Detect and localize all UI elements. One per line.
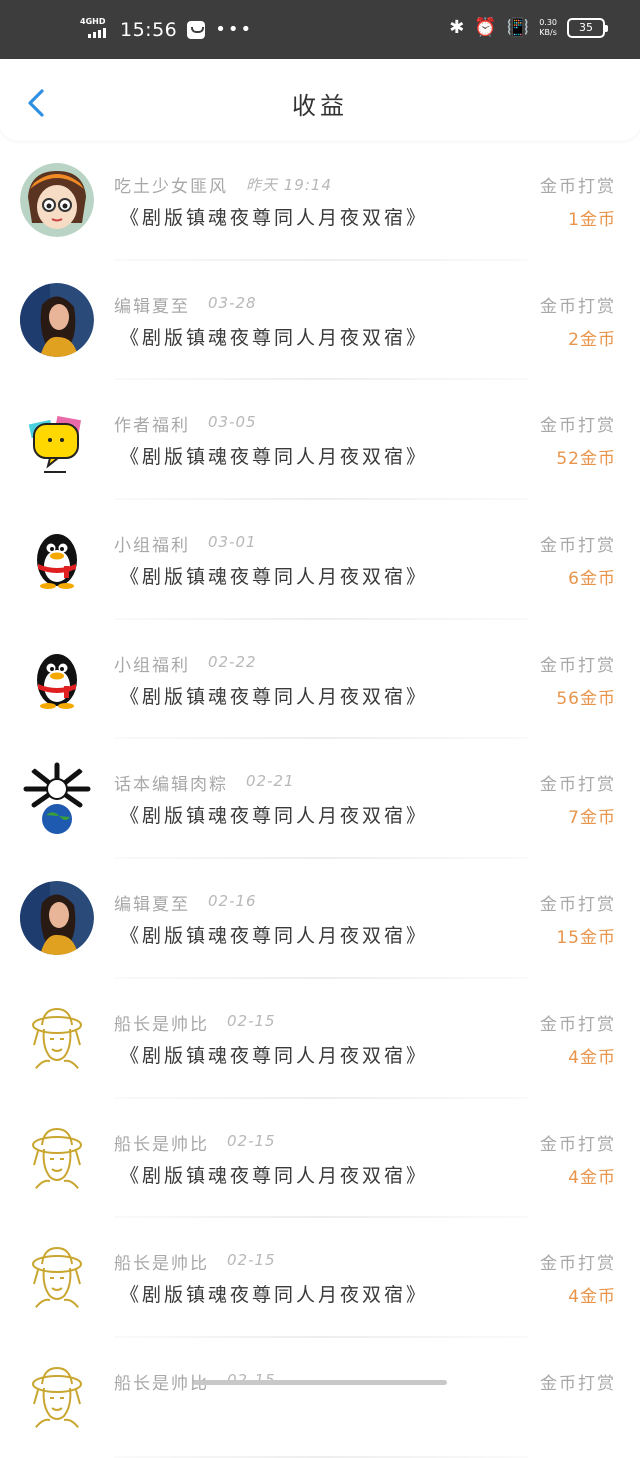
list-item[interactable]: 作者福利 03-05 《剧版镇魂夜尊同人月夜双宿》 金币打赏 52金币 xyxy=(0,380,640,501)
reward-type: 金币打赏 xyxy=(540,536,616,557)
sender-name: 编辑夏至 xyxy=(114,895,190,916)
avatar[interactable] xyxy=(20,1360,94,1434)
network-speed: 0.30 KB/s xyxy=(539,18,557,38)
reward-amount: 6金币 xyxy=(568,569,616,590)
work-title: 《剧版镇魂夜尊同人月夜双宿》 xyxy=(120,1284,429,1307)
sender-name: 船长是帅比 xyxy=(114,1014,209,1035)
list-item[interactable]: 编辑夏至 02-16 《剧版镇魂夜尊同人月夜双宿》 金币打赏 15金币 xyxy=(0,859,640,979)
reward-type: 金币打赏 xyxy=(540,775,616,796)
work-title: 《剧版镇魂夜尊同人月夜双宿》 xyxy=(120,685,429,708)
reward-type: 金币打赏 xyxy=(540,296,616,317)
battery-icon: 35 xyxy=(567,18,608,38)
reward-time: 03-05 xyxy=(208,413,257,432)
avatar[interactable] xyxy=(20,761,94,835)
status-right: ✱ ⏰ 📳 0.30 KB/s 35 xyxy=(449,17,608,38)
sender-name: 船长是帅比 xyxy=(114,1254,209,1275)
reward-type: 金币打赏 xyxy=(540,1373,616,1394)
reward-time: 02-15 xyxy=(227,1011,276,1030)
avatar[interactable] xyxy=(20,163,94,237)
avatar[interactable] xyxy=(20,1240,94,1314)
speed-value: 0.30 xyxy=(539,18,557,27)
row-divider xyxy=(114,1455,528,1458)
sender-name: 小组福利 xyxy=(114,536,190,557)
reward-amount: 15金币 xyxy=(556,928,616,949)
list-item[interactable]: 小组福利 02-22 《剧版镇魂夜尊同人月夜双宿》 金币打赏 56金币 xyxy=(0,620,640,740)
message-icon xyxy=(187,21,206,39)
reward-type: 金币打赏 xyxy=(540,416,616,437)
reward-type: 金币打赏 xyxy=(540,1014,616,1035)
work-title: 《剧版镇魂夜尊同人月夜双宿》 xyxy=(120,207,429,229)
reward-type: 金币打赏 xyxy=(540,895,616,916)
earnings-list: 吃土少女匪风 昨天 19:14 《剧版镇魂夜尊同人月夜双宿》 金币打赏 1金币 编辑夏至 0… xyxy=(0,141,640,1458)
reward-time: 02-22 xyxy=(208,652,257,671)
list-item[interactable]: 话本编辑肉粽 02-21 《剧版镇魂夜尊同人月夜双宿》 金币打赏 7金币 xyxy=(0,739,640,860)
reward-time: 03-01 xyxy=(208,533,257,552)
work-title: 《剧版镇魂夜尊同人月夜双宿》 xyxy=(120,566,429,589)
reward-amount: 56金币 xyxy=(556,688,616,709)
avatar[interactable] xyxy=(20,881,94,956)
more-notifications-icon: ••• xyxy=(215,19,254,40)
list-item[interactable]: 编辑夏至 03-28 《剧版镇魂夜尊同人月夜双宿》 金币打赏 2金币 xyxy=(0,261,640,381)
work-title: 《剧版镇魂夜尊同人月夜双宿》 xyxy=(120,326,429,349)
reward-amount: 4金币 xyxy=(568,1047,616,1068)
sender-name: 作者福利 xyxy=(114,416,190,437)
list-item[interactable]: 小组福利 03-01 《剧版镇魂夜尊同人月夜双宿》 金币打赏 6金币 xyxy=(0,500,640,620)
bluetooth-icon: ✱ xyxy=(449,17,465,38)
avatar[interactable] xyxy=(20,1001,94,1075)
status-bar: 4GHD 15:56 ••• ✱ ⏰ 📳 0.30 KB/s 35 xyxy=(0,0,640,59)
reward-time: 02-21 xyxy=(246,772,295,791)
avatar[interactable] xyxy=(20,282,94,357)
reward-amount: 2金币 xyxy=(568,329,616,350)
speed-unit: KB/s xyxy=(539,28,557,37)
avatar[interactable] xyxy=(20,1121,94,1195)
reward-amount: 7金币 xyxy=(568,808,616,829)
reward-time: 02-16 xyxy=(208,892,257,911)
vibrate-icon: 📳 xyxy=(506,17,530,38)
reward-amount: 1金币 xyxy=(568,210,616,230)
work-title: 《剧版镇魂夜尊同人月夜双宿》 xyxy=(120,805,429,828)
network-label: 4GHD xyxy=(80,17,106,26)
reward-time: 02-15 xyxy=(227,1131,276,1150)
reward-amount: 52金币 xyxy=(556,449,616,470)
status-left: 4GHD 15:56 ••• xyxy=(80,17,254,42)
reward-time: 03-28 xyxy=(208,293,257,312)
sender-name: 话本编辑肉粽 xyxy=(114,775,228,796)
work-title: 《剧版镇魂夜尊同人月夜双宿》 xyxy=(120,1044,429,1067)
sender-name: 编辑夏至 xyxy=(114,296,190,317)
avatar[interactable] xyxy=(20,522,94,596)
reward-time: 02-15 xyxy=(227,1251,276,1270)
alarm-icon: ⏰ xyxy=(474,17,497,38)
network-icon: 4GHD xyxy=(80,17,110,42)
work-title: 《剧版镇魂夜尊同人月夜双宿》 xyxy=(120,925,429,948)
list-item[interactable]: 吃土少女匪风 昨天 19:14 《剧版镇魂夜尊同人月夜双宿》 金币打赏 1金币 xyxy=(0,141,640,261)
reward-time: 昨天 19:14 xyxy=(246,176,332,194)
work-title: 《剧版镇魂夜尊同人月夜双宿》 xyxy=(120,446,429,469)
reward-type: 金币打赏 xyxy=(540,1134,616,1155)
header: 收益 xyxy=(0,59,640,141)
work-title: 《剧版镇魂夜尊同人月夜双宿》 xyxy=(120,1164,429,1187)
list-item[interactable]: 船长是帅比 02-15 《剧版镇魂夜尊同人月夜双宿》 金币打赏 4金币 xyxy=(0,979,640,1099)
reward-amount: 4金币 xyxy=(568,1167,616,1188)
list-item[interactable]: 船长是帅比 02-15 《剧版镇魂夜尊同人月夜双宿》 金币打赏 4金币 xyxy=(0,1218,640,1338)
list-item[interactable]: 船长是帅比02-15金币打赏 xyxy=(0,1338,640,1458)
status-time: 15:56 xyxy=(120,19,178,41)
list-item[interactable]: 船长是帅比 02-15 《剧版镇魂夜尊同人月夜双宿》 金币打赏 4金币 xyxy=(0,1099,640,1219)
reward-type: 金币打赏 xyxy=(540,655,616,676)
sender-name: 船长是帅比 xyxy=(114,1134,209,1155)
reward-amount: 4金币 xyxy=(568,1287,616,1308)
sender-name: 吃土少女匪风 xyxy=(114,177,228,197)
reward-type: 金币打赏 xyxy=(540,177,616,197)
reward-type: 金币打赏 xyxy=(540,1254,616,1275)
avatar[interactable] xyxy=(20,402,94,476)
page-title: 收益 xyxy=(292,92,348,120)
avatar[interactable] xyxy=(20,642,94,716)
sender-name: 小组福利 xyxy=(114,655,190,676)
home-indicator[interactable] xyxy=(193,1380,447,1385)
